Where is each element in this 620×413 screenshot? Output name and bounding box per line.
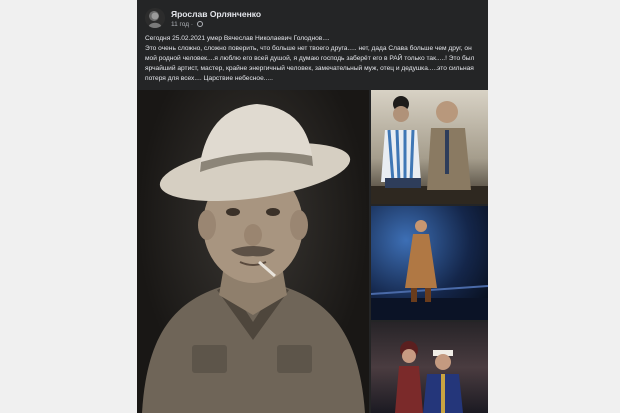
stage-photo-1-illustration — [371, 96, 488, 204]
post-meta: 11 год · — [171, 21, 203, 28]
author-name[interactable]: Ярослав Орлянченко — [171, 9, 261, 19]
portrait-illustration — [142, 104, 365, 413]
stage-photo-3[interactable] — [371, 322, 488, 413]
post-text-line: Это очень сложно, сложно поверить, что б… — [145, 45, 475, 82]
avatar-figure — [148, 12, 162, 28]
stage-photo-3-illustration — [395, 341, 463, 413]
author-avatar[interactable] — [145, 8, 165, 28]
post-header: Ярослав Орлянченко 11 год · — [145, 6, 475, 30]
stage-photo-1[interactable] — [371, 90, 488, 204]
portrait-photo[interactable] — [137, 90, 369, 413]
stage-photo-2-illustration — [371, 220, 488, 320]
post-card: Ярослав Орлянченко 11 год · Сегодня 25.0… — [137, 0, 488, 413]
post-text: Сегодня 25.02.2021 умер Вячеслав Николае… — [145, 34, 483, 84]
post-time[interactable]: 11 год — [171, 21, 189, 28]
post-text-line: Сегодня 25.02.2021 умер Вячеслав Николае… — [145, 35, 330, 42]
stage-photo-2[interactable] — [371, 206, 488, 320]
meta-separator: · — [190, 21, 194, 28]
globe-icon — [196, 21, 203, 27]
